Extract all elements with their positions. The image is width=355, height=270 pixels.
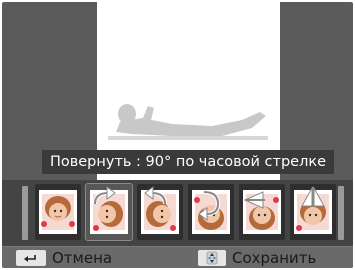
- strip-left-edge: [22, 186, 28, 240]
- rotation-caption: Повернуть : 90° по часовой стрелке: [42, 150, 334, 174]
- back-key[interactable]: [16, 250, 46, 266]
- cancel-label[interactable]: Отмена: [52, 247, 112, 268]
- bottom-bar: Отмена Сохранить: [2, 246, 353, 268]
- thumb-rotate-left-90[interactable]: [137, 184, 183, 240]
- dpad-icon: [206, 251, 218, 265]
- thumbnail-strip[interactable]: [2, 180, 353, 246]
- back-arrow-icon: [24, 255, 36, 262]
- thumb-rotate-right-90[interactable]: [85, 183, 133, 241]
- thumb-flip-vertical[interactable]: [239, 184, 285, 240]
- rotate-screen: Повернуть : 90° по часовой стрелке Отмен…: [2, 2, 353, 268]
- dpad-key[interactable]: [198, 250, 226, 266]
- thumb-flip-horizontal[interactable]: [290, 184, 336, 240]
- save-label[interactable]: Сохранить: [232, 247, 316, 268]
- strip-right-edge: [338, 186, 344, 240]
- thumb-rotate-180[interactable]: [188, 184, 234, 240]
- person-silhouette: [108, 104, 268, 140]
- thumb-original[interactable]: [35, 184, 81, 240]
